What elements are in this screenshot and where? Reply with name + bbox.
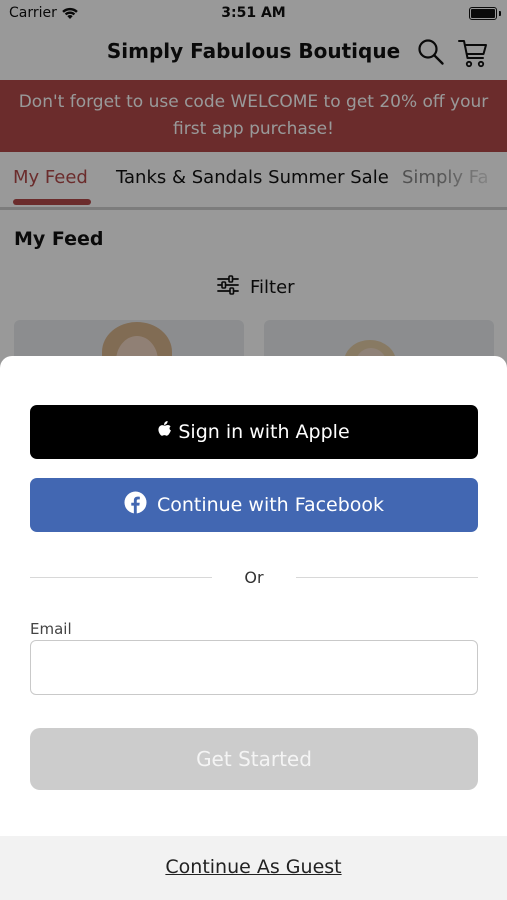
continue-with-facebook-button[interactable]: Continue with Facebook	[30, 478, 478, 532]
continue-as-guest-link[interactable]: Continue As Guest	[0, 856, 507, 878]
get-started-button[interactable]: Get Started	[30, 728, 478, 790]
facebook-button-label: Continue with Facebook	[156, 494, 385, 516]
apple-icon	[158, 420, 172, 442]
divider-line-right	[296, 577, 478, 578]
facebook-icon	[124, 491, 147, 519]
email-label: Email	[30, 620, 72, 638]
apple-button-label: Sign in with Apple	[178, 421, 350, 443]
or-divider: Or	[30, 566, 478, 588]
sign-in-with-apple-button[interactable]: Sign in with Apple	[30, 405, 478, 459]
guest-bar: Continue As Guest	[0, 836, 507, 900]
email-field[interactable]	[30, 640, 478, 695]
sign-in-sheet: Sign in with Apple Continue with Faceboo…	[0, 356, 507, 900]
